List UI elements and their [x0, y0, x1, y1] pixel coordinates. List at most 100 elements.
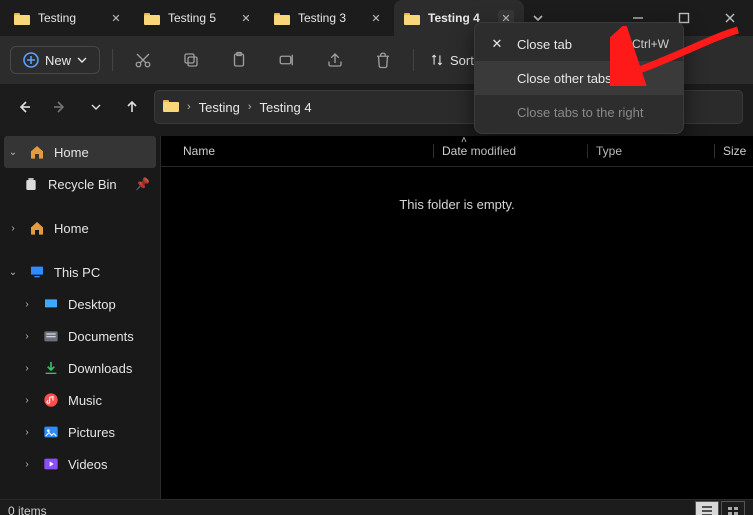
sidebar-label: Home	[54, 145, 89, 160]
menu-close-other-tabs[interactable]: Close other tabs	[475, 61, 683, 95]
content-pane: Name ˄ Date modified Type Size This fold…	[161, 136, 753, 499]
chevron-right-icon[interactable]: ›	[20, 331, 34, 342]
address-box[interactable]: › Testing › Testing 4	[154, 90, 509, 124]
copy-icon[interactable]	[173, 42, 209, 78]
sidebar-label: This PC	[54, 265, 100, 280]
column-label: Size	[723, 144, 746, 158]
rename-icon[interactable]	[269, 42, 305, 78]
desktop-icon	[42, 296, 60, 312]
share-icon[interactable]	[317, 42, 353, 78]
sidebar-item-home-2[interactable]: › Home	[0, 212, 160, 244]
chevron-down-icon[interactable]: ⌄	[6, 267, 20, 278]
nav-recent-chevron[interactable]	[82, 93, 110, 121]
chevron-down-icon[interactable]: ⌄	[6, 147, 20, 158]
sort-ascending-icon: ˄	[461, 135, 467, 146]
sidebar-label: Documents	[68, 329, 134, 344]
sidebar-item-documents[interactable]: › Documents	[0, 320, 160, 352]
view-details-button[interactable]	[695, 501, 719, 515]
column-date-modified[interactable]: Date modified	[433, 144, 587, 158]
chevron-right-icon: ›	[185, 101, 193, 113]
view-large-icons-button[interactable]	[721, 501, 745, 515]
chevron-right-icon[interactable]: ›	[20, 299, 34, 310]
folder-icon	[144, 12, 160, 25]
tab-label: Testing 3	[298, 11, 360, 25]
chevron-right-icon[interactable]: ›	[20, 427, 34, 438]
sort-icon	[430, 53, 444, 67]
sidebar-label: Music	[68, 393, 102, 408]
sidebar-label: Desktop	[68, 297, 116, 312]
empty-folder-message: This folder is empty.	[161, 197, 753, 212]
delete-icon[interactable]	[365, 42, 401, 78]
home-icon	[28, 144, 46, 160]
tab-close-icon[interactable]: ✕	[368, 10, 384, 26]
separator	[112, 49, 113, 71]
tab-testing5[interactable]: Testing 5 ✕	[134, 0, 264, 36]
recycle-bin-icon	[22, 176, 40, 192]
chevron-right-icon: ›	[246, 101, 254, 113]
new-button-label: New	[45, 53, 71, 68]
tab-testing[interactable]: Testing ✕	[4, 0, 134, 36]
tab-label: Testing	[38, 11, 100, 25]
sidebar-label: Videos	[68, 457, 108, 472]
folder-icon	[274, 12, 290, 25]
chevron-right-icon[interactable]: ›	[20, 459, 34, 470]
sidebar-item-recycle-bin[interactable]: Recycle Bin 📌	[0, 168, 160, 200]
sidebar-item-this-pc[interactable]: ⌄ This PC	[0, 256, 160, 288]
tab-testing3[interactable]: Testing 3 ✕	[264, 0, 394, 36]
nav-back-button[interactable]	[10, 93, 38, 121]
sort-label: Sort	[450, 53, 474, 68]
column-label: Date modified	[442, 144, 516, 158]
chevron-down-icon	[77, 55, 87, 65]
chevron-right-icon[interactable]: ›	[20, 363, 34, 374]
folder-icon	[404, 12, 420, 25]
column-label: Name	[183, 144, 215, 158]
folder-icon	[14, 12, 30, 25]
sidebar-item-music[interactable]: › Music	[0, 384, 160, 416]
nav-up-button[interactable]	[118, 93, 146, 121]
sidebar: ⌄ Home Recycle Bin 📌 › Home ⌄	[0, 136, 161, 499]
breadcrumb-seg-1[interactable]: Testing	[199, 100, 240, 115]
sidebar-item-pictures[interactable]: › Pictures	[0, 416, 160, 448]
paste-icon[interactable]	[221, 42, 257, 78]
column-name[interactable]: Name	[161, 144, 433, 158]
new-button[interactable]: New	[10, 46, 100, 74]
downloads-icon	[42, 360, 60, 376]
monitor-icon	[28, 264, 46, 280]
sidebar-label: Downloads	[68, 361, 132, 376]
cut-icon[interactable]	[125, 42, 161, 78]
sidebar-item-desktop[interactable]: › Desktop	[0, 288, 160, 320]
sidebar-item-home[interactable]: ⌄ Home	[4, 136, 156, 168]
home-icon	[28, 220, 46, 236]
breadcrumb-seg-2[interactable]: Testing 4	[260, 100, 312, 115]
sidebar-label: Home	[54, 221, 89, 236]
tab-label: Testing 5	[168, 11, 230, 25]
sidebar-item-downloads[interactable]: › Downloads	[0, 352, 160, 384]
sidebar-label: Pictures	[68, 425, 115, 440]
folder-icon	[163, 99, 179, 115]
pictures-icon	[42, 425, 60, 439]
sidebar-item-videos[interactable]: › Videos	[0, 448, 160, 480]
chevron-right-icon[interactable]: ›	[20, 395, 34, 406]
menu-label: Close tabs to the right	[517, 105, 643, 120]
menu-close-tab[interactable]: ✕ Close tab Ctrl+W	[475, 27, 683, 61]
tab-context-menu: ✕ Close tab Ctrl+W Close other tabs Clos…	[474, 22, 684, 134]
column-headers: Name ˄ Date modified Type Size	[161, 136, 753, 167]
plus-circle-icon	[23, 52, 39, 68]
column-size[interactable]: Size	[714, 144, 753, 158]
tab-close-icon[interactable]: ✕	[108, 10, 124, 26]
menu-shortcut: Ctrl+W	[632, 37, 669, 51]
main: ⌄ Home Recycle Bin 📌 › Home ⌄	[0, 136, 753, 499]
menu-label: Close tab	[517, 37, 572, 52]
column-label: Type	[596, 144, 622, 158]
column-type[interactable]: Type	[587, 144, 714, 158]
window-close-button[interactable]	[707, 0, 753, 36]
status-item-count: 0 items	[8, 504, 47, 515]
videos-icon	[42, 457, 60, 471]
nav-forward-button[interactable]	[46, 93, 74, 121]
tab-close-icon[interactable]: ✕	[238, 10, 254, 26]
menu-close-tabs-right: Close tabs to the right	[475, 95, 683, 129]
chevron-right-icon[interactable]: ›	[6, 223, 20, 234]
menu-label: Close other tabs	[517, 71, 612, 86]
documents-icon	[42, 329, 60, 343]
pin-icon[interactable]: 📌	[135, 177, 150, 191]
